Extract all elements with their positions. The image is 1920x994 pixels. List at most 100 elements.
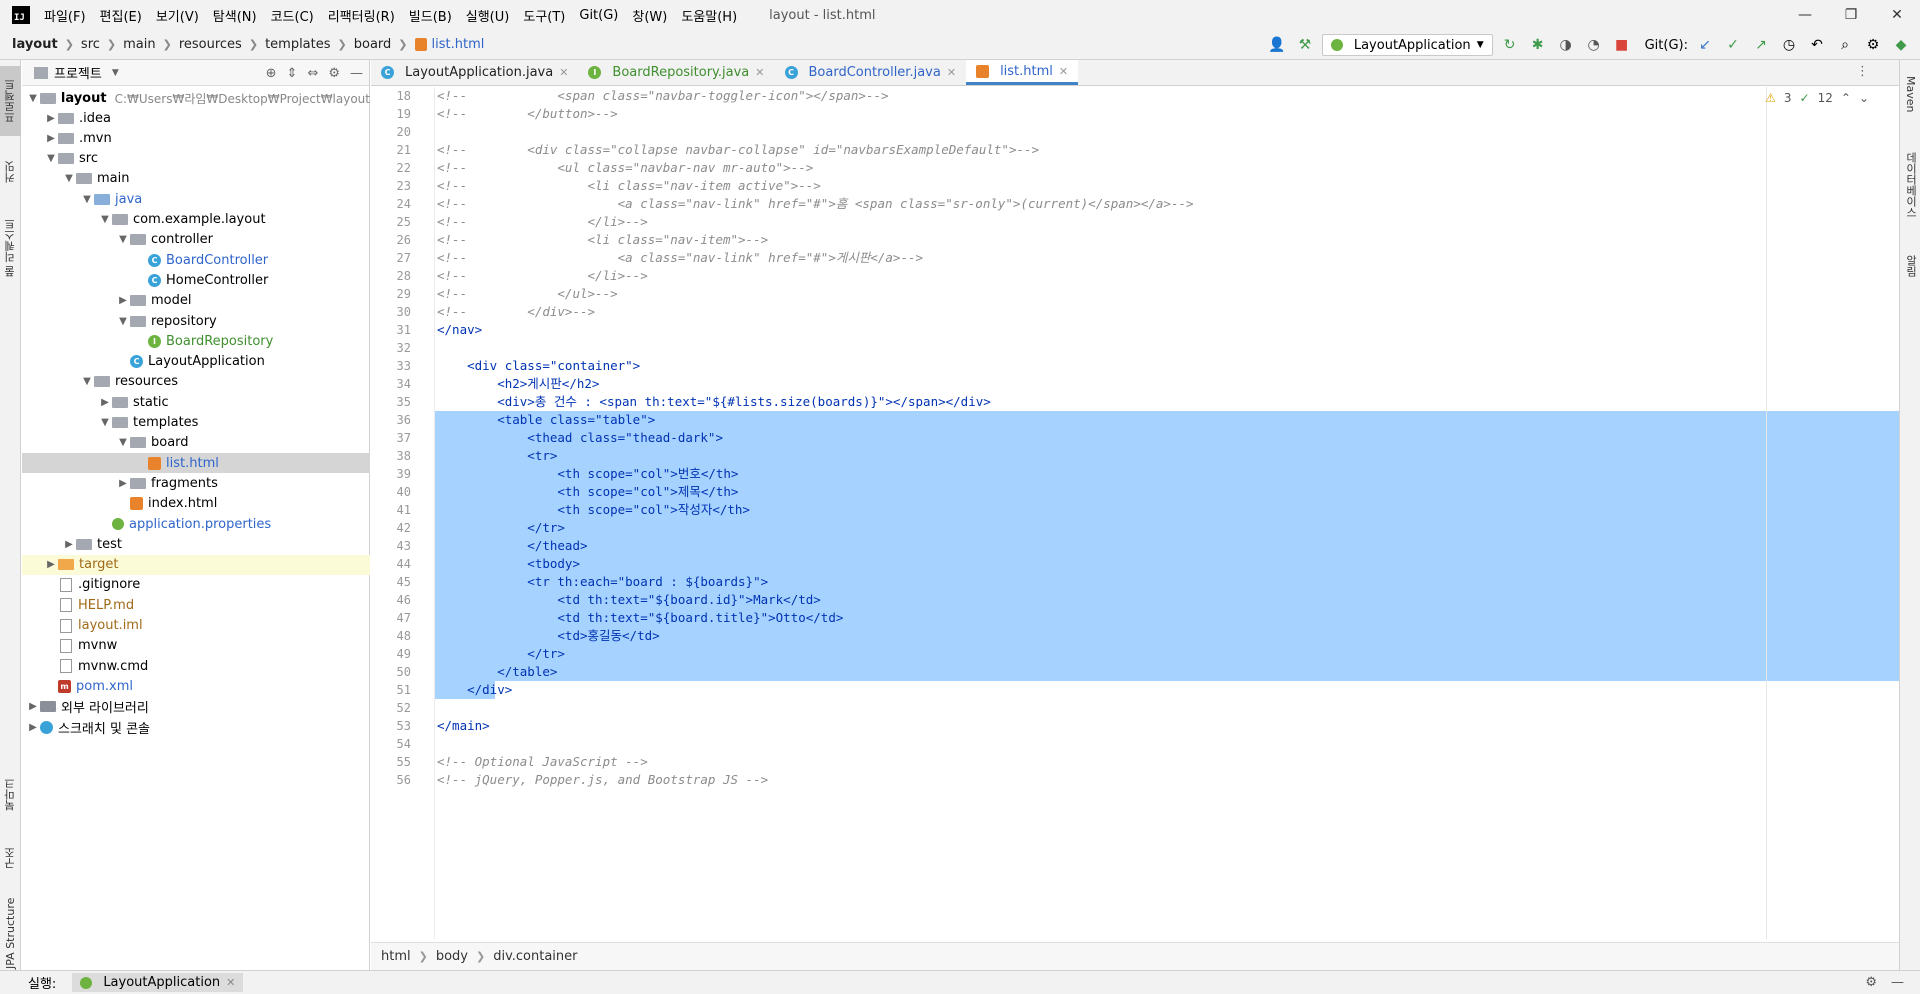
tree-row[interactable]: ▼ templates [22,413,370,433]
tree-row[interactable]: ▶ fragments [22,473,370,493]
tree-row[interactable]: ▶ 스크래치 및 콘솔 [22,717,370,737]
breadcrumb-item[interactable]: templates [265,37,330,52]
line-gutter[interactable]: 18 19 20 21 22 23 24 25 26 27 28 29 30 31 32 33 34 35 36 37… [371,87,435,939]
more-tabs-icon[interactable]: ⋮ [1856,64,1869,79]
toolbox-icon[interactable]: ◆ [1890,34,1912,56]
chevron-down-icon[interactable]: ▼ [112,68,119,78]
search-icon[interactable]: ⌕ [1834,34,1856,56]
chevron-down-icon[interactable]: ▼ [116,316,130,327]
menu-build[interactable]: 빌드(B) [409,6,452,25]
close-icon[interactable]: ✕ [559,66,568,79]
tree-row[interactable]: ▶ test [22,534,370,554]
tree-row[interactable]: C HomeController [22,270,370,290]
tree-row[interactable]: application.properties [22,514,370,534]
menu-window[interactable]: 창(W) [632,6,667,25]
inspection-widget[interactable]: ⚠ 3 ✓ 12 ⌃ ⌄ [1765,91,1869,105]
locate-icon[interactable]: ⊕ [266,66,277,81]
run-config-select[interactable]: LayoutApplication ▼ [1321,34,1493,56]
tree-row[interactable]: ▼ resources [22,372,370,392]
maximize-button[interactable]: ❐ [1828,0,1874,30]
tree-row[interactable]: ▶ target [22,554,370,575]
chevron-down-icon[interactable]: ▼ [98,214,112,225]
close-icon[interactable]: ✕ [947,66,956,79]
hide-icon[interactable]: — [350,66,363,81]
tree-row[interactable]: index.html [22,494,370,514]
menu-tools[interactable]: 도구(T) [523,6,565,25]
tool-tab-structure[interactable]: 구조 [0,838,21,878]
gear-icon[interactable]: ⚙ [328,66,340,81]
tree-row-root[interactable]: ▼ layout C:₩Users₩라임₩Desktop₩Project₩lay… [22,88,370,108]
tree-row[interactable]: list.html [22,453,370,474]
close-window-button[interactable]: ✕ [1874,0,1920,30]
breadcrumb-item[interactable]: src [81,37,100,52]
breadcrumb-item[interactable]: board [354,37,392,52]
tool-tab-notifications[interactable]: 알림 [1900,246,1920,286]
menu-refactor[interactable]: 리팩터링(R) [328,6,395,25]
chevron-down-icon[interactable]: ▼ [44,153,58,164]
git-push-icon[interactable]: ↗ [1750,34,1772,56]
build-hammer-icon[interactable]: ⚒ [1294,34,1316,56]
tree-row[interactable]: I BoardRepository [22,331,370,351]
tree-row[interactable]: ▶ .idea [22,108,370,128]
git-commit-icon[interactable]: ✓ [1722,34,1744,56]
chevron-right-icon[interactable]: ▶ [44,113,58,124]
tree-row[interactable]: m pom.xml [22,676,370,696]
breadcrumb-file[interactable]: list.html [432,37,485,52]
rollback-icon[interactable]: ↶ [1806,34,1828,56]
tree-row[interactable]: ▼ repository [22,311,370,331]
git-update-icon[interactable]: ↙ [1694,34,1716,56]
tool-tab-bookmarks[interactable]: 북마크 [0,770,21,820]
menu-code[interactable]: 코드(C) [271,6,314,25]
tree-row[interactable]: mvnw [22,636,370,656]
settings-icon[interactable]: ⚙ [1862,34,1884,56]
chevron-down-icon[interactable]: ▼ [80,376,94,387]
expand-all-icon[interactable]: ⇕ [287,66,298,81]
gear-icon[interactable]: ⚙ [1865,975,1877,990]
tree-row[interactable]: ▼ java [22,189,370,209]
tree-row[interactable]: ▼ board [22,433,370,453]
tab-board-repository[interactable]: I BoardRepository.java ✕ [578,60,774,85]
chevron-right-icon[interactable]: ▶ [116,478,130,489]
code-editor[interactable]: 18 19 20 21 22 23 24 25 26 27 28 29 30 31 32 33 34 35 36 37… [371,87,1899,939]
tool-tab-pull-requests[interactable]: 풀 리퀘스트 [0,208,21,288]
menu-run[interactable]: 실행(U) [466,6,510,25]
tool-tab-jpa[interactable]: JPA Structure [0,896,21,970]
tree-row[interactable]: layout.iml [22,616,370,636]
chevron-down-icon[interactable]: ▼ [26,93,40,104]
coverage-icon[interactable]: ◑ [1555,34,1577,56]
chevron-right-icon[interactable]: ▶ [62,539,76,550]
tool-tab-maven[interactable]: Maven [1900,66,1920,122]
tree-row[interactable]: HELP.md [22,595,370,615]
tool-tab-database[interactable]: 데이터베이스 [1900,140,1920,230]
run-tab[interactable]: LayoutApplication ✕ [72,973,244,992]
breadcrumb-item[interactable]: layout [12,37,58,52]
chevron-down-icon[interactable]: ▼ [98,417,112,428]
tree-row[interactable]: ▶ model [22,291,370,311]
menu-navigate[interactable]: 탐색(N) [213,6,257,25]
tool-tab-project[interactable]: 프로젝트 [0,66,21,136]
tree-row[interactable]: ▼ main [22,169,370,189]
debug-icon[interactable]: ✱ [1527,34,1549,56]
chevron-up-icon[interactable]: ⌃ [1841,91,1851,105]
project-panel-title[interactable]: 프로젝트 [54,63,102,82]
minimize-button[interactable]: — [1782,0,1828,30]
tree-row[interactable]: ▼ com.example.layout [22,210,370,230]
tree-row[interactable]: C BoardController [22,250,370,270]
chevron-right-icon[interactable]: ▶ [26,701,40,712]
editor-crumb[interactable]: body [436,949,468,964]
tab-board-controller[interactable]: C BoardController.java ✕ [775,60,967,85]
chevron-down-icon[interactable]: ▼ [116,437,130,448]
chevron-right-icon[interactable]: ▶ [44,133,58,144]
collapse-all-icon[interactable]: ⇔ [307,66,318,81]
editor-crumb[interactable]: div.container [493,949,577,964]
stop-icon[interactable]: ■ [1611,34,1633,56]
tree-row[interactable]: ▶ .mvn [22,128,370,148]
tree-row[interactable]: ▼ src [22,149,370,169]
menu-git[interactable]: Git(G) [579,8,618,23]
tab-list-html[interactable]: list.html ✕ [966,60,1079,85]
rerun-icon[interactable]: ↻ [1499,34,1521,56]
hide-icon[interactable]: — [1891,975,1904,990]
chevron-down-icon[interactable]: ▼ [116,234,130,245]
tree-row[interactable]: .gitignore [22,575,370,595]
tree-row[interactable]: ▶ 외부 라이브러리 [22,697,370,717]
